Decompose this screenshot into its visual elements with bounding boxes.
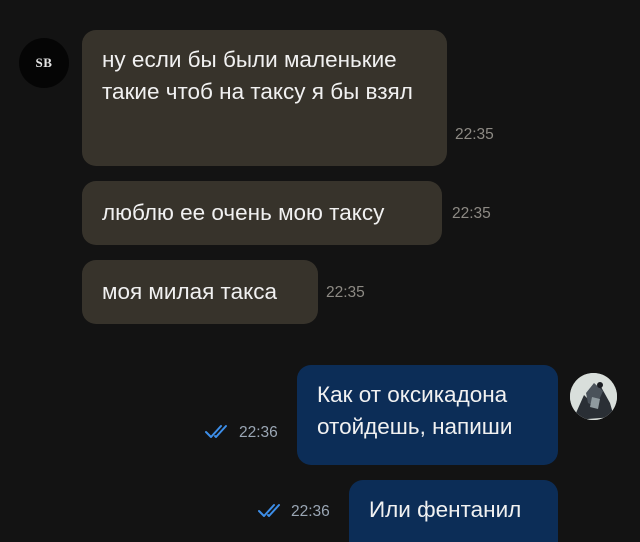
outgoing-message-bubble[interactable]: Или фентанил (349, 480, 558, 542)
message-time: 22:36 (291, 503, 330, 520)
sender-avatar[interactable]: SB (19, 38, 69, 88)
user-avatar[interactable] (570, 373, 617, 420)
incoming-message-bubble[interactable]: ну если бы были маленькие такие чтоб на … (82, 30, 447, 166)
message-text: моя милая такса (102, 279, 277, 304)
message-time: 22:35 (452, 205, 491, 222)
incoming-message-bubble[interactable]: моя милая такса (82, 260, 318, 324)
user-photo-avatar (570, 373, 617, 420)
outgoing-message-bubble[interactable]: Как от оксикадона отойдешь, напиши (297, 365, 558, 465)
message-time: 22:35 (326, 284, 365, 301)
message-text: ну если бы были маленькие такие чтоб на … (102, 47, 413, 104)
message-text: люблю ее очень мою таксу (102, 200, 385, 225)
read-receipt-icon (258, 503, 286, 524)
message-time: 22:35 (455, 126, 494, 143)
message-text: Или фентанил (369, 497, 522, 522)
message-text: Как от оксикадона отойдешь, напиши (317, 382, 513, 439)
incoming-message-bubble[interactable]: люблю ее очень мою таксу (82, 181, 442, 245)
message-time: 22:36 (239, 424, 278, 441)
sender-avatar-initials: SB (35, 55, 53, 70)
read-receipt-icon (205, 424, 233, 445)
